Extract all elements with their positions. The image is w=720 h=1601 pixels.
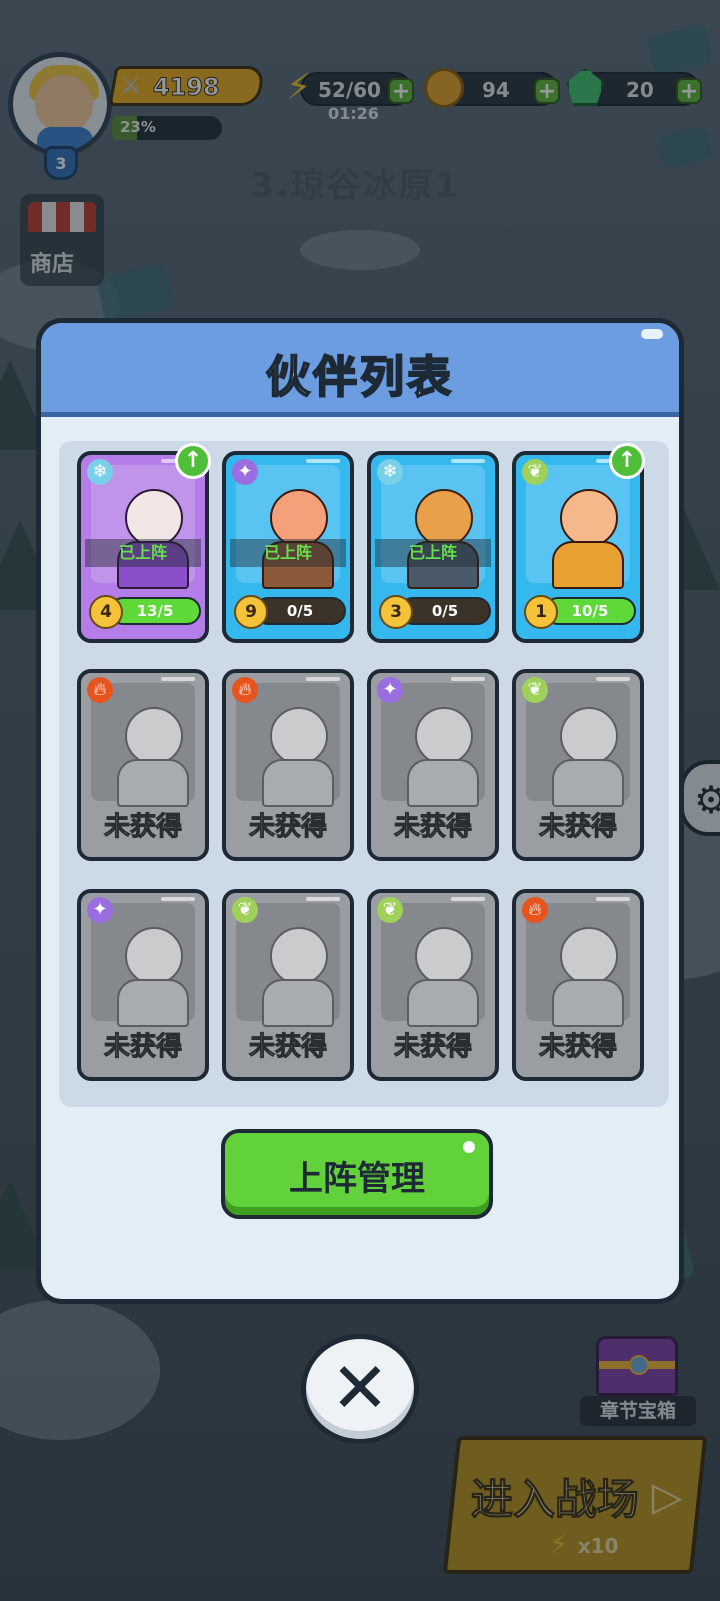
character-body bbox=[407, 759, 479, 807]
character-head bbox=[125, 927, 183, 985]
shadow-crystal-icon: ✦ bbox=[232, 459, 258, 485]
card-shine bbox=[306, 897, 340, 901]
star-level-badge: 4 bbox=[89, 595, 123, 629]
partner-card[interactable]: ❄ 已上阵 0/5 3 bbox=[367, 451, 499, 643]
fire-icon: 🔥︎ bbox=[522, 897, 548, 923]
not-obtained-label: 未获得 bbox=[248, 812, 327, 843]
not-obtained-label: 未获得 bbox=[393, 812, 472, 843]
shadow-crystal-icon: ✦ bbox=[377, 677, 403, 703]
not-obtained-label: 未获得 bbox=[103, 812, 182, 843]
upgrade-arrow-icon[interactable]: ↑ bbox=[175, 443, 211, 479]
deploy-management-button[interactable]: 上阵管理 bbox=[221, 1129, 493, 1219]
upgrade-arrow-icon[interactable]: ↑ bbox=[609, 443, 645, 479]
card-shine bbox=[451, 677, 485, 681]
character-head bbox=[125, 707, 183, 765]
character-head bbox=[270, 707, 328, 765]
star-level-badge: 1 bbox=[524, 595, 558, 629]
locked-partner-card[interactable]: ✦ 未获得 bbox=[77, 889, 209, 1081]
character-body bbox=[262, 759, 334, 807]
leaf-icon: ❦ bbox=[522, 677, 548, 703]
star-level-badge: 3 bbox=[379, 595, 413, 629]
shard-progress-text: 13/5 bbox=[136, 602, 174, 620]
close-icon: ✕ bbox=[330, 1347, 390, 1429]
leaf-icon: ❦ bbox=[377, 897, 403, 923]
ice-crystal-icon: ❄ bbox=[87, 459, 113, 485]
fire-icon: 🔥︎ bbox=[87, 677, 113, 703]
shard-progress-text: 0/5 bbox=[286, 602, 314, 620]
deployed-label: 已上阵 bbox=[375, 539, 491, 567]
header-shine bbox=[641, 329, 663, 339]
close-button[interactable]: ✕ bbox=[301, 1334, 419, 1444]
leaf-icon: ❦ bbox=[232, 897, 258, 923]
card-shine bbox=[161, 677, 195, 681]
card-shine bbox=[306, 677, 340, 681]
partner-list-modal: 伙伴列表 ❄ 已上阵 13/5 4 ↑ ✦ 已上阵 0/5 9 ❄ 已上阵 0/… bbox=[36, 318, 684, 1304]
not-obtained-label: 未获得 bbox=[538, 812, 617, 843]
character-body bbox=[262, 979, 334, 1027]
partner-card[interactable]: ❦ 10/5 1 bbox=[512, 451, 644, 643]
character-head bbox=[560, 489, 618, 547]
shard-progress-text: 10/5 bbox=[571, 602, 609, 620]
fire-icon: 🔥︎ bbox=[232, 677, 258, 703]
deployed-label: 已上阵 bbox=[230, 539, 346, 567]
locked-partner-card[interactable]: ❦ 未获得 bbox=[222, 889, 354, 1081]
locked-partner-card[interactable]: ❦ 未获得 bbox=[512, 669, 644, 861]
not-obtained-label: 未获得 bbox=[248, 1032, 327, 1063]
card-shine bbox=[451, 897, 485, 901]
card-shine bbox=[596, 677, 630, 681]
character-body bbox=[407, 979, 479, 1027]
locked-partner-card[interactable]: 🔥︎ 未获得 bbox=[77, 669, 209, 861]
card-shine bbox=[451, 459, 485, 463]
character-head bbox=[560, 707, 618, 765]
star-level-badge: 9 bbox=[234, 595, 268, 629]
locked-partner-card[interactable]: 🔥︎ 未获得 bbox=[222, 669, 354, 861]
deployed-label: 已上阵 bbox=[85, 539, 201, 567]
not-obtained-label: 未获得 bbox=[393, 1032, 472, 1063]
character-head bbox=[560, 927, 618, 985]
card-shine bbox=[306, 459, 340, 463]
character-body bbox=[117, 759, 189, 807]
not-obtained-label: 未获得 bbox=[103, 1032, 182, 1063]
character-body bbox=[552, 541, 624, 589]
card-shine bbox=[161, 897, 195, 901]
not-obtained-label: 未获得 bbox=[538, 1032, 617, 1063]
locked-partner-card[interactable]: 🔥︎ 未获得 bbox=[512, 889, 644, 1081]
leaf-icon: ❦ bbox=[522, 459, 548, 485]
shard-progress-text: 0/5 bbox=[431, 602, 459, 620]
character-body bbox=[552, 759, 624, 807]
locked-partner-card[interactable]: ❦ 未获得 bbox=[367, 889, 499, 1081]
partner-card[interactable]: ✦ 已上阵 0/5 9 bbox=[222, 451, 354, 643]
character-body bbox=[552, 979, 624, 1027]
locked-partner-card[interactable]: ✦ 未获得 bbox=[367, 669, 499, 861]
card-shine bbox=[596, 897, 630, 901]
modal-title: 伙伴列表 bbox=[265, 351, 454, 404]
partner-card[interactable]: ❄ 已上阵 13/5 4 bbox=[77, 451, 209, 643]
character-head bbox=[415, 707, 473, 765]
character-body bbox=[117, 979, 189, 1027]
character-head bbox=[415, 927, 473, 985]
character-head bbox=[270, 927, 328, 985]
modal-header: 伙伴列表 bbox=[41, 323, 679, 417]
ice-crystal-icon: ❄ bbox=[377, 459, 403, 485]
shadow-crystal-icon: ✦ bbox=[87, 897, 113, 923]
deploy-management-label: 上阵管理 bbox=[289, 1159, 425, 1199]
